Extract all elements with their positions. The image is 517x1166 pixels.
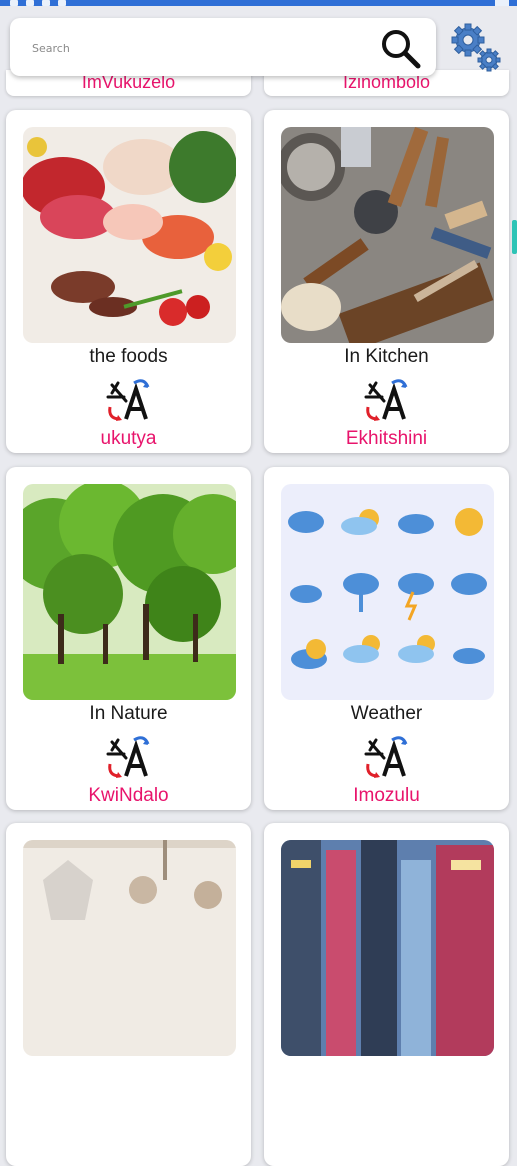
gear-icon[interactable]	[448, 18, 506, 76]
translate-icon	[364, 736, 408, 778]
card-title: In Nature	[89, 703, 168, 724]
translate-icon	[106, 379, 150, 421]
card-translation: KwiNdalo	[88, 785, 169, 806]
search-bar	[10, 18, 436, 76]
card-translation: Imozulu	[353, 785, 420, 806]
category-card-weather[interactable]: Weather Imozulu	[264, 467, 509, 810]
category-card-kitchen[interactable]: In Kitchen Ekhitshini	[264, 110, 509, 453]
card-translation: ukutya	[100, 428, 157, 449]
status-icons	[10, 0, 66, 6]
battery-icon	[495, 0, 509, 6]
translate-icon	[364, 379, 408, 421]
card-translation: Ekhitshini	[345, 428, 428, 449]
category-card-foods[interactable]: the foods ukutya	[6, 110, 251, 453]
category-card-partial[interactable]	[264, 823, 509, 1166]
card-title: In Kitchen	[344, 346, 429, 367]
search-input[interactable]	[30, 36, 364, 60]
nature-image	[23, 484, 236, 700]
kitchen-image	[281, 127, 494, 343]
category-card-partial[interactable]	[6, 823, 251, 1166]
card-title: Weather	[350, 703, 423, 724]
card-title: the foods	[89, 346, 168, 367]
clothes-image	[23, 840, 236, 1056]
weather-image	[281, 484, 494, 700]
status-bar	[0, 0, 517, 6]
translate-icon	[106, 736, 150, 778]
category-card-nature[interactable]: In Nature KwiNdalo	[6, 467, 251, 810]
search-icon[interactable]	[378, 26, 422, 70]
food-image	[23, 127, 236, 343]
scrollbar-thumb[interactable]	[512, 220, 517, 254]
city-image	[281, 840, 494, 1056]
